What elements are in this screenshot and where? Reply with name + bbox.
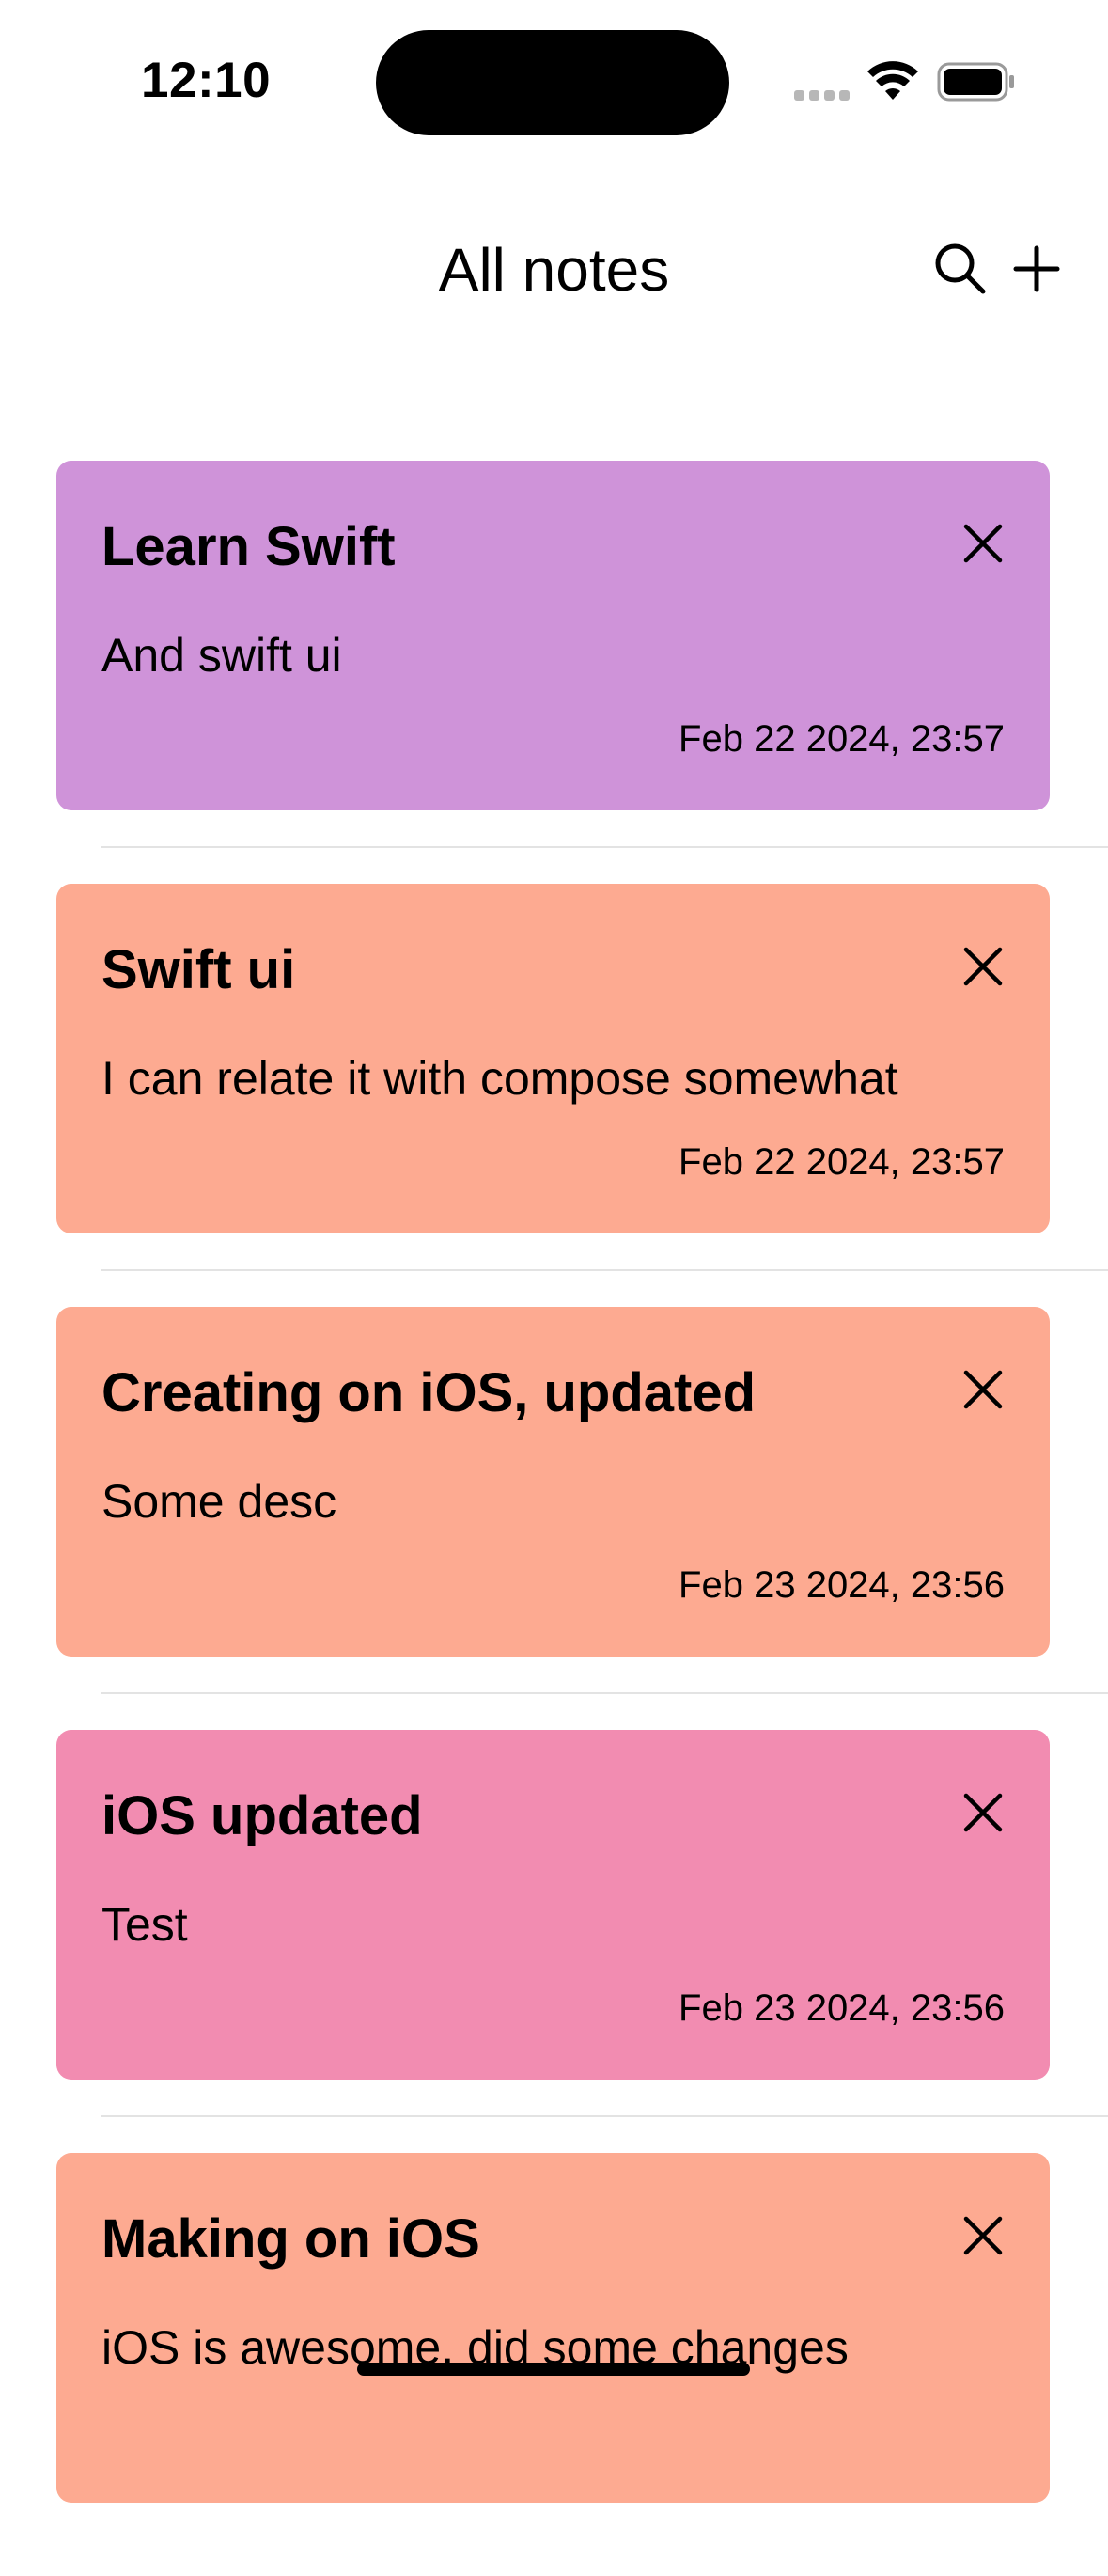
list-divider xyxy=(101,846,1108,848)
dynamic-island xyxy=(376,30,729,135)
list-divider xyxy=(101,1269,1108,1271)
note-description: I can relate it with compose somewhat xyxy=(101,1052,898,1105)
note-title: Making on iOS xyxy=(101,2208,480,2270)
list-divider xyxy=(101,2115,1108,2117)
list-divider xyxy=(101,1692,1108,1694)
note-card[interactable]: Swift ui I can relate it with compose so… xyxy=(56,884,1050,1233)
status-bar: 12:10 xyxy=(0,0,1108,165)
close-icon xyxy=(963,1370,1003,1409)
list-item: Swift ui I can relate it with compose so… xyxy=(0,884,1108,1307)
notes-list: Learn Swift And swift ui Feb 22 2024, 23… xyxy=(0,461,1108,2576)
add-note-button[interactable] xyxy=(1007,239,1067,299)
list-item: Learn Swift And swift ui Feb 22 2024, 23… xyxy=(0,461,1108,884)
cellular-signal-icon xyxy=(794,90,851,103)
note-card[interactable]: Learn Swift And swift ui Feb 22 2024, 23… xyxy=(56,461,1050,810)
note-date: Feb 22 2024, 23:57 xyxy=(679,1141,1005,1183)
home-indicator[interactable] xyxy=(357,2363,750,2376)
close-icon xyxy=(963,524,1003,563)
delete-note-button[interactable] xyxy=(959,519,1007,568)
note-title: Swift ui xyxy=(101,939,296,1000)
note-card[interactable]: Making on iOS iOS is awesome, did some c… xyxy=(56,2153,1050,2503)
list-item: iOS updated Test Feb 23 2024, 23:56 xyxy=(0,1730,1108,2153)
delete-note-button[interactable] xyxy=(959,2211,1007,2260)
note-title: iOS updated xyxy=(101,1785,423,1846)
close-icon xyxy=(963,2216,1003,2255)
note-card[interactable]: iOS updated Test Feb 23 2024, 23:56 xyxy=(56,1730,1050,2080)
list-item: Creating on iOS, updated Some desc Feb 2… xyxy=(0,1307,1108,1730)
note-card[interactable]: Creating on iOS, updated Some desc Feb 2… xyxy=(56,1307,1050,1657)
plus-icon xyxy=(1013,245,1060,292)
search-icon xyxy=(935,243,986,294)
close-icon xyxy=(963,947,1003,986)
status-time: 12:10 xyxy=(141,53,272,108)
delete-note-button[interactable] xyxy=(959,1788,1007,1837)
note-description: Test xyxy=(101,1898,188,1951)
note-title: Creating on iOS, updated xyxy=(101,1362,757,1423)
note-date: Feb 23 2024, 23:56 xyxy=(679,1987,1005,2029)
note-description: And swift ui xyxy=(101,629,342,682)
delete-note-button[interactable] xyxy=(959,1365,1007,1414)
close-icon xyxy=(963,1793,1003,1832)
nav-bar: All notes xyxy=(0,207,1108,338)
note-date: Feb 23 2024, 23:56 xyxy=(679,1564,1005,1606)
search-button[interactable] xyxy=(930,239,991,299)
note-date: Feb 22 2024, 23:57 xyxy=(679,718,1005,760)
wifi-icon xyxy=(867,61,918,100)
delete-note-button[interactable] xyxy=(959,942,1007,991)
note-title: Learn Swift xyxy=(101,516,396,577)
battery-icon xyxy=(937,62,1014,102)
note-description: Some desc xyxy=(101,1475,337,1528)
